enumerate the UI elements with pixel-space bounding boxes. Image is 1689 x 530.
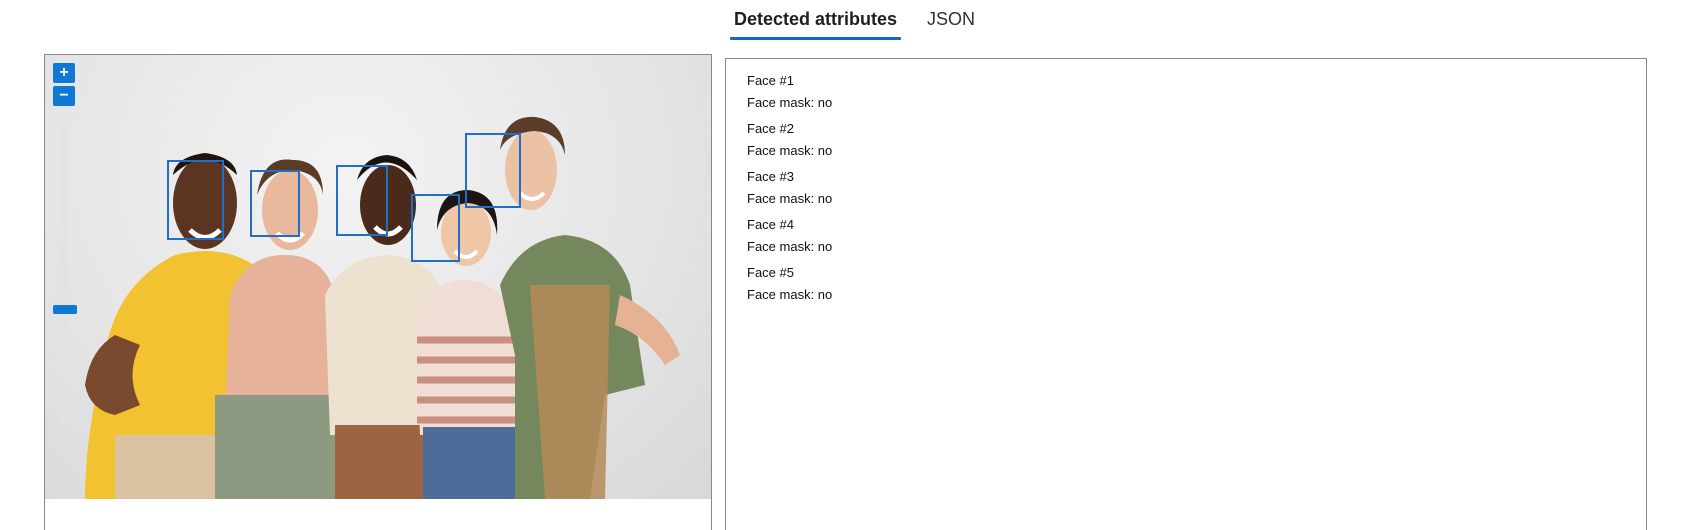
tab-detected-attributes-label: Detected attributes — [734, 9, 898, 29]
zoom-out-button[interactable]: − — [53, 86, 75, 106]
photo-illustration — [85, 116, 680, 499]
person-5-figure — [500, 116, 680, 499]
face-title: Face #5 — [747, 265, 794, 280]
face-mask-status: Face mask: no — [747, 287, 833, 302]
person-4-figure — [415, 190, 525, 499]
zoom-out-icon: − — [59, 87, 69, 104]
zoom-in-button[interactable]: + — [53, 63, 75, 83]
face-entry-5: Face #5 Face mask: no — [747, 262, 1625, 306]
face-entry-1: Face #1 Face mask: no — [747, 70, 1625, 114]
face-entry-4: Face #4 Face mask: no — [747, 214, 1625, 258]
tab-json[interactable]: JSON — [923, 0, 979, 40]
face-title: Face #4 — [747, 217, 794, 232]
face-title: Face #3 — [747, 169, 794, 184]
zoom-slider-thumb[interactable] — [53, 305, 77, 314]
face-entry-3: Face #3 Face mask: no — [747, 166, 1625, 210]
face-title: Face #2 — [747, 121, 794, 136]
face-mask-status: Face mask: no — [747, 95, 833, 110]
face-mask-status: Face mask: no — [747, 143, 833, 158]
group-photo — [45, 55, 711, 499]
tab-json-label: JSON — [927, 9, 976, 29]
image-viewer[interactable]: + − — [44, 54, 712, 530]
face-entry-2: Face #2 Face mask: no — [747, 118, 1625, 162]
face-mask-status: Face mask: no — [747, 239, 833, 254]
result-tabs: Detected attributes JSON — [730, 0, 1001, 42]
zoom-slider-track[interactable] — [59, 125, 69, 425]
face-mask-status: Face mask: no — [747, 191, 833, 206]
face-detection-page: Detected attributes JSON + − Face #1 Fac… — [0, 0, 1689, 530]
detected-attributes-panel: Face #1 Face mask: no Face #2 Face mask:… — [725, 58, 1647, 530]
face-title: Face #1 — [747, 73, 794, 88]
zoom-in-icon: + — [59, 64, 69, 81]
tab-detected-attributes[interactable]: Detected attributes — [730, 0, 902, 40]
